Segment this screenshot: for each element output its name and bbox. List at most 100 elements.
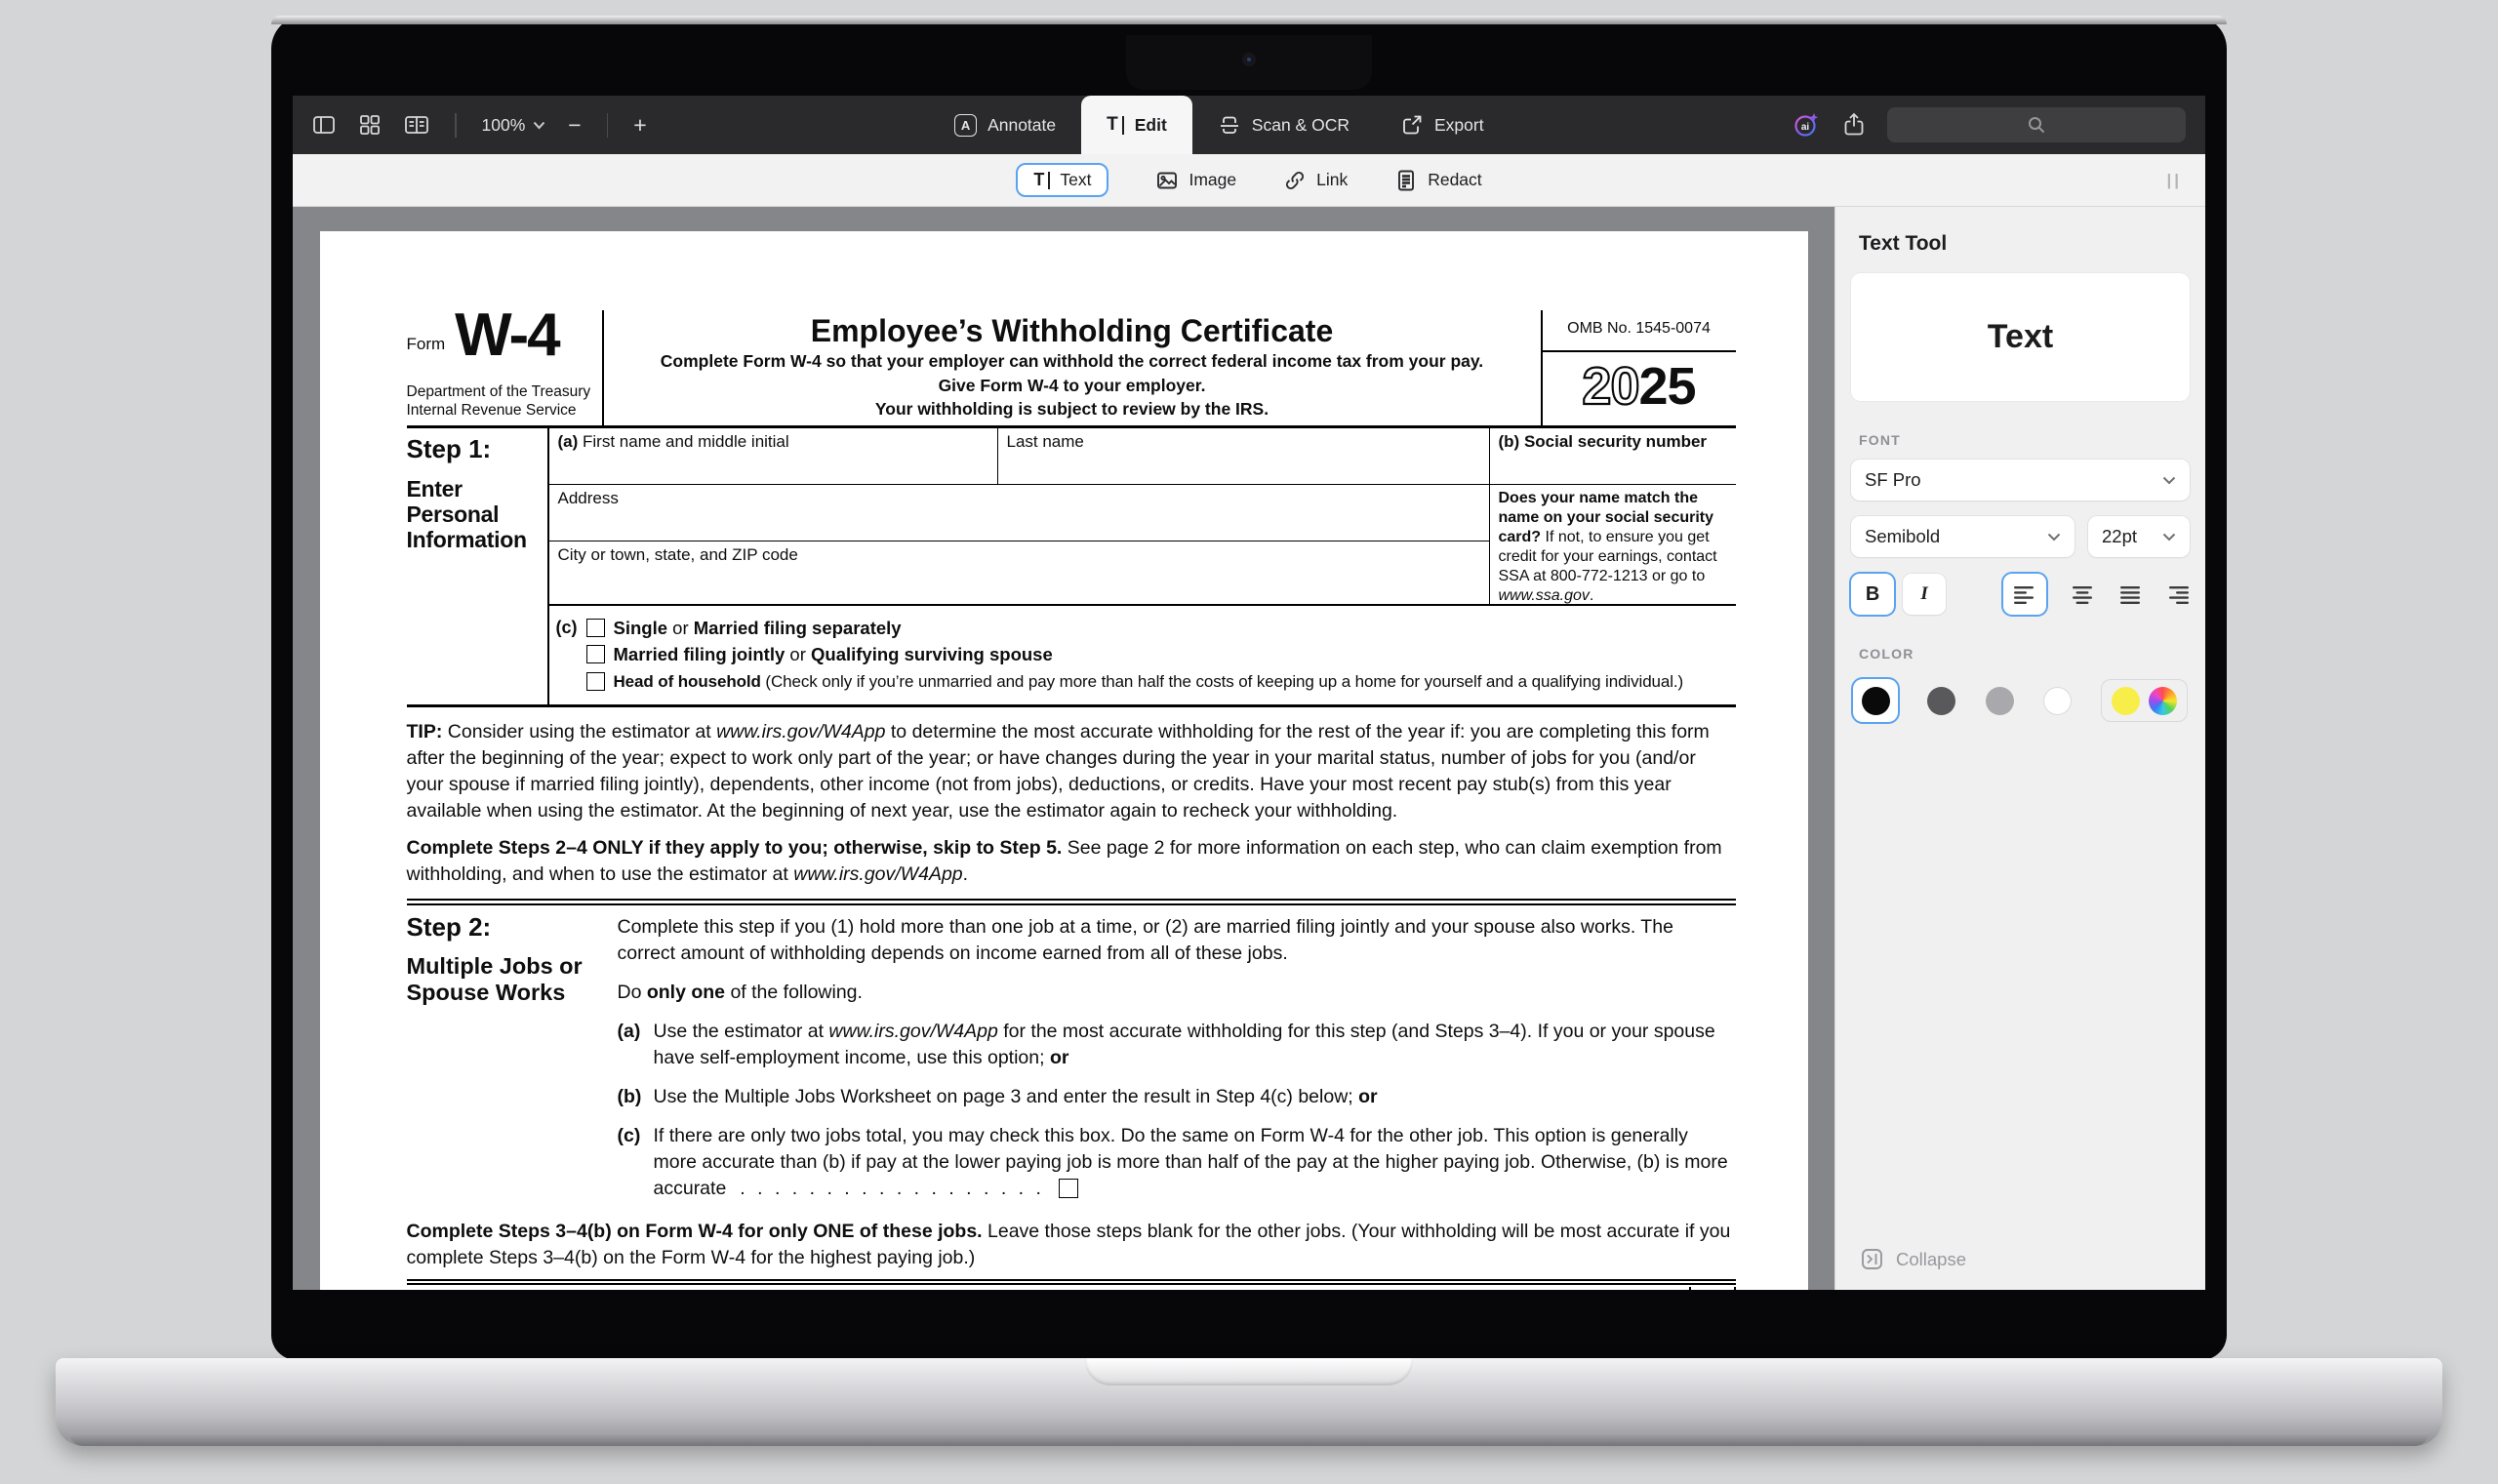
toolbar-separator [607,113,609,138]
tool-image-label: Image [1189,170,1236,190]
align-justify-button[interactable] [2118,585,2142,604]
steps-3-4-note: Complete Steps 3–4(b) on Form W-4 for on… [407,1219,1736,1271]
omb-number: OMB No. 1545-0074 [1543,310,1736,352]
text-tool-icon: T [1033,170,1050,190]
swatch-black-selected[interactable] [1853,679,1898,722]
tool-image[interactable]: Image [1155,169,1236,192]
bold-button[interactable]: B [1851,574,1894,615]
tab-export[interactable]: Export [1375,96,1510,154]
form-number: W-4 [455,310,558,361]
search-input[interactable] [1887,107,2186,142]
form-subtitle-2: Give Form W-4 to your employer. [616,374,1529,398]
edit-tools-bar: T Text Image Link Redact || [293,154,2205,207]
tab-scan-ocr[interactable]: Scan & OCR [1192,96,1375,154]
form-header: Form W-4 Department of the Treasury Inte… [407,310,1736,428]
swatch-yellow[interactable] [2112,687,2140,715]
tab-export-label: Export [1434,115,1484,136]
mode-tabs: A Annotate T Edit Scan & OCR Export [929,96,1510,154]
font-family-select[interactable]: SF Pro [1851,460,2190,501]
field-city[interactable]: City or town, state, and ZIP code [549,541,1490,604]
tool-text[interactable]: T Text [1016,163,1108,197]
ai-assistant-button[interactable]: ai [1792,110,1821,140]
field-first-name[interactable]: (a) First name and middle initial [549,428,998,485]
tool-redact-label: Redact [1428,170,1481,190]
ai-icon: ai [1792,110,1821,140]
dept-line1: Department of the Treasury [407,382,596,401]
tool-redact[interactable]: Redact [1394,169,1481,192]
tool-link[interactable]: Link [1283,169,1348,192]
laptop-base [56,1358,2442,1446]
field-address[interactable]: Address [549,485,1490,541]
tool-text-label: Text [1060,170,1091,190]
pdf-page: Form W-4 Department of the Treasury Inte… [320,231,1808,1290]
main-toolbar: 100% − + A Annotate T Edit Scan & [293,96,2205,154]
filing-status-row: (c) Single or Married filing separately … [549,606,1736,705]
checkbox-single[interactable] [586,619,605,637]
collapse-label: Collapse [1896,1249,1966,1270]
step2-heading: Step 2: [407,914,618,941]
italic-button[interactable]: I [1903,574,1946,615]
share-icon [1841,112,1867,138]
align-center-button[interactable] [2071,585,2094,604]
zoom-in-button[interactable]: + [633,114,646,137]
step1-subheading: Enter Personal Information [407,476,547,552]
form-year: 2025 [1543,352,1736,413]
collapse-button[interactable]: Collapse [1861,1248,1966,1270]
drag-handle-icon[interactable]: || [2166,171,2182,190]
toolbar-separator [455,113,457,138]
sidebar-toggle-button[interactable] [312,113,336,137]
step2-item-b: (b) Use the Multiple Jobs Worksheet on p… [618,1084,1736,1110]
field-ssn[interactable]: (b) Social security number [1490,428,1736,485]
tab-annotate[interactable]: A Annotate [929,96,1081,154]
text-style-preview[interactable]: Text [1851,273,2190,401]
document-viewport[interactable]: Form W-4 Department of the Treasury Inte… [293,207,1834,1290]
tab-scan-ocr-label: Scan & OCR [1252,115,1350,136]
checkbox-married-jointly[interactable] [586,645,605,663]
tab-edit-label: Edit [1135,115,1167,136]
option-head-of-household: Head of household (Check only if you’re … [586,668,1736,696]
zoom-level-value: 100% [482,115,526,136]
table-tick [1689,1287,1691,1291]
tool-link-label: Link [1316,170,1348,190]
form-subtitle-1: Complete Form W-4 so that your employer … [616,349,1529,374]
field-last-name[interactable]: Last name [998,428,1490,485]
workspace: Form W-4 Department of the Treasury Inte… [293,207,2205,1290]
display-notch [1126,35,1372,90]
color-wheel-icon[interactable] [2149,687,2177,715]
zoom-out-button[interactable]: − [568,114,581,137]
zoom-level-control[interactable]: 100% [482,115,546,136]
laptop-lid: 100% − + A Annotate T Edit Scan & [271,16,2227,1360]
table-tick [1734,1287,1736,1291]
tip-paragraph: TIP: Consider using the estimator at www… [407,719,1736,824]
two-page-view-button[interactable] [404,113,429,137]
annotate-icon: A [954,114,977,137]
svg-text:ai: ai [1801,122,1810,133]
step2-item-a: (a) Use the estimator at www.irs.gov/W4A… [618,1019,1736,1071]
align-justify-icon [2118,585,2142,604]
black-swatch [1862,687,1890,715]
checkbox-head-of-household[interactable] [586,672,605,691]
collapse-panel-icon [1861,1248,1883,1270]
swatch-white[interactable] [2043,687,2072,715]
dot-leader: . . . . . . . . . . . . . . . . . . [740,1178,1041,1199]
step2-do-only: Do only one of the following. [618,980,1736,1006]
swatch-light-gray[interactable] [1986,687,2014,715]
font-family-value: SF Pro [1865,469,1921,491]
align-right-button[interactable] [2166,585,2190,604]
share-button[interactable] [1841,112,1867,138]
section-divider [407,899,1736,905]
font-section-label: FONT [1859,432,2190,448]
sidebar-icon [312,113,336,137]
text-tool-panel: Text Tool Text FONT SF Pro Semibold 22pt [1834,207,2205,1290]
c-marker: (c) [556,615,586,696]
font-size-select[interactable]: 22pt [2088,516,2190,557]
checkbox-two-jobs[interactable] [1059,1179,1078,1198]
swatch-dark-gray[interactable] [1927,687,1955,715]
step2-intro: Complete this step if you (1) hold more … [618,914,1736,967]
thumbnails-button[interactable] [358,113,382,137]
tab-edit[interactable]: T Edit [1081,96,1192,154]
align-left-button[interactable] [2003,574,2046,615]
font-style-select[interactable]: Semibold [1851,516,2075,557]
pdf-editor-window: 100% − + A Annotate T Edit Scan & [293,96,2205,1290]
grid-icon [358,113,382,137]
